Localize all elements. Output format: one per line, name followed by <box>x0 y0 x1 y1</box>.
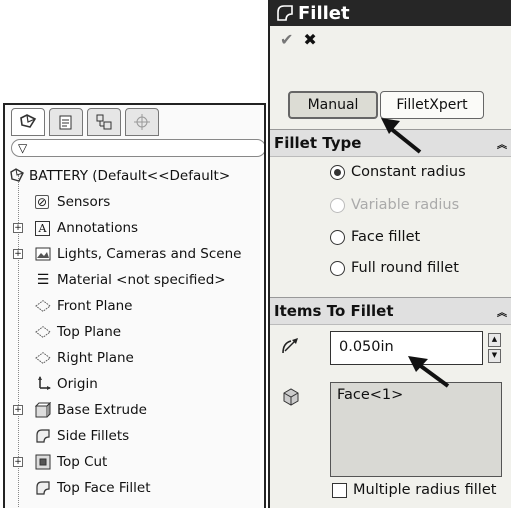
callout-arrows <box>381 118 450 388</box>
arrow-icon <box>381 118 422 154</box>
arrow-icon <box>408 356 450 388</box>
